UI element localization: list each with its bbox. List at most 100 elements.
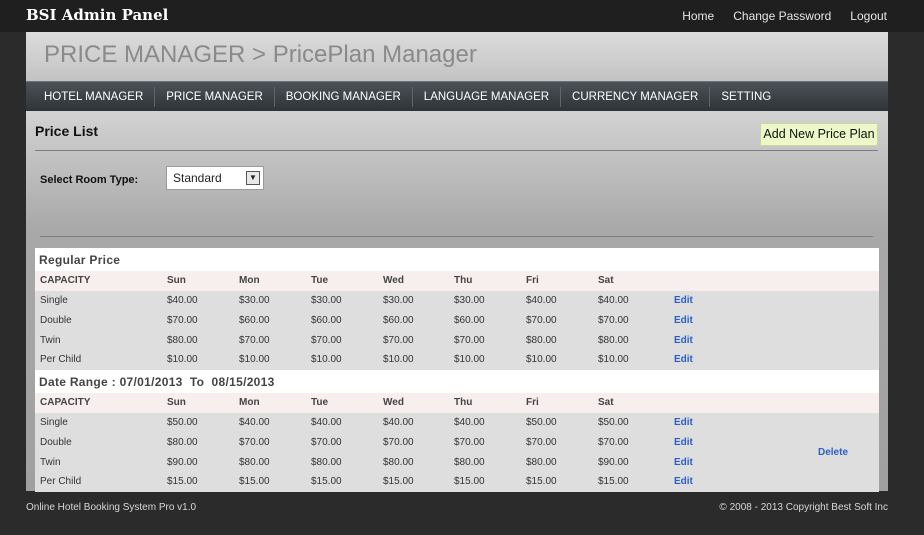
price-cell: $80.00 (454, 457, 485, 468)
price-cell: $80.00 (526, 335, 557, 346)
price-cell: $70.00 (239, 335, 270, 346)
capacity-cell: Twin (40, 457, 61, 468)
price-cell: $60.00 (239, 315, 270, 326)
price-cell: $70.00 (167, 315, 198, 326)
col-sat: Sat (598, 275, 614, 286)
edit-link[interactable]: Edit (674, 335, 693, 346)
edit-link[interactable]: Edit (674, 437, 693, 448)
price-cell: $70.00 (454, 335, 485, 346)
top-nav: Home Change Password Logout (663, 9, 887, 23)
price-cell: $40.00 (598, 295, 629, 306)
price-cell: $60.00 (454, 315, 485, 326)
price-cell: $70.00 (383, 335, 414, 346)
col-wed: Wed (383, 275, 404, 286)
add-price-plan-button[interactable]: Add New Price Plan (760, 123, 878, 146)
price-cell: $50.00 (526, 417, 557, 428)
price-cell: $50.00 (598, 417, 629, 428)
edit-link[interactable]: Edit (674, 417, 693, 428)
price-cell: $10.00 (239, 354, 270, 365)
price-cell: $40.00 (383, 417, 414, 428)
menu-item-booking-manager[interactable]: BOOKING MANAGER (275, 86, 413, 107)
price-cell: $80.00 (526, 457, 557, 468)
col-thu: Thu (454, 397, 473, 408)
price-cell: $30.00 (454, 295, 485, 306)
change-password-link[interactable]: Change Password (733, 9, 831, 23)
price-cell: $10.00 (526, 354, 557, 365)
price-table: Regular Price CAPACITY Sun Mon Tue Wed T… (35, 248, 879, 492)
edit-link[interactable]: Edit (674, 295, 693, 306)
price-cell: $10.00 (598, 354, 629, 365)
price-cell: $70.00 (454, 437, 485, 448)
brand-title: BSI Admin Panel (26, 6, 169, 24)
room-type-select[interactable]: Standard ▼ (166, 166, 264, 190)
price-cell: $30.00 (311, 295, 342, 306)
table-row: Single $50.00 $40.00 $40.00 $40.00 $40.0… (35, 413, 879, 433)
table-row: Per Child $15.00 $15.00 $15.00 $15.00 $1… (35, 472, 879, 492)
menu-item-price-manager[interactable]: PRICE MANAGER (155, 86, 275, 107)
edit-link[interactable]: Edit (674, 315, 693, 326)
table-header-row: CAPACITY Sun Mon Tue Wed Thu Fri Sat (35, 271, 879, 291)
top-bar: BSI Admin Panel Home Change Password Log… (0, 0, 924, 32)
edit-link[interactable]: Edit (674, 457, 693, 468)
delete-link[interactable]: Delete (818, 447, 848, 458)
price-cell: $40.00 (311, 417, 342, 428)
room-type-value: Standard (173, 171, 222, 185)
col-capacity: CAPACITY (40, 397, 91, 408)
col-tue: Tue (311, 275, 329, 286)
divider (35, 150, 878, 151)
price-cell: $80.00 (311, 457, 342, 468)
footer-copyright: © 2008 - 2013 Copyright Best Soft Inc (719, 502, 888, 513)
divider (40, 236, 873, 237)
col-fri: Fri (526, 275, 539, 286)
edit-link[interactable]: Edit (674, 476, 693, 487)
price-cell: $40.00 (526, 295, 557, 306)
price-cell: $90.00 (167, 457, 198, 468)
table-row: Double $70.00 $60.00 $60.00 $60.00 $60.0… (35, 311, 879, 331)
page-header: PRICE MANAGER > PricePlan Manager (26, 32, 888, 81)
price-cell: $10.00 (167, 354, 198, 365)
price-cell: $30.00 (383, 295, 414, 306)
price-cell: $80.00 (598, 335, 629, 346)
logout-link[interactable]: Logout (850, 9, 887, 23)
price-list-title: Price List (35, 123, 99, 139)
home-link[interactable]: Home (682, 9, 714, 23)
price-cell: $15.00 (311, 476, 342, 487)
capacity-cell: Twin (40, 335, 61, 346)
menu-item-language-manager[interactable]: LANGUAGE MANAGER (413, 86, 562, 107)
dropdown-arrow-icon[interactable]: ▼ (246, 171, 260, 185)
capacity-cell: Per Child (40, 476, 82, 487)
col-fri: Fri (526, 397, 539, 408)
col-wed: Wed (383, 397, 404, 408)
room-type-label: Select Room Type: (40, 174, 139, 186)
price-cell: $15.00 (167, 476, 198, 487)
footer-product: Online Hotel Booking System Pro v1.0 (26, 502, 197, 513)
main-wrapper: PRICE MANAGER > PricePlan Manager HOTEL … (26, 32, 888, 492)
table-row: Twin $90.00 $80.00 $80.00 $80.00 $80.00 … (35, 453, 879, 473)
capacity-cell: Double (40, 315, 72, 326)
capacity-cell: Double (40, 437, 72, 448)
capacity-cell: Single (40, 417, 68, 428)
price-cell: $80.00 (167, 335, 198, 346)
menu-item-currency-manager[interactable]: CURRENCY MANAGER (561, 86, 711, 107)
price-cell: $80.00 (239, 457, 270, 468)
price-cell: $15.00 (598, 476, 629, 487)
price-cell: $70.00 (239, 437, 270, 448)
price-cell: $40.00 (167, 295, 198, 306)
menu-item-hotel-manager[interactable]: HOTEL MANAGER (26, 86, 156, 107)
price-cell: $15.00 (239, 476, 270, 487)
table-row: Double $80.00 $70.00 $70.00 $70.00 $70.0… (35, 433, 879, 453)
price-cell: $70.00 (383, 437, 414, 448)
capacity-cell: Per Child (40, 354, 82, 365)
block-title-regular-price: Regular Price (39, 253, 121, 267)
price-cell: $15.00 (526, 476, 557, 487)
price-cell: $70.00 (311, 335, 342, 346)
price-cell: $70.00 (598, 315, 629, 326)
table-header-row: CAPACITY Sun Mon Tue Wed Thu Fri Sat (35, 393, 879, 413)
menu-item-setting[interactable]: SETTING (710, 87, 782, 107)
price-cell: $70.00 (311, 437, 342, 448)
edit-link[interactable]: Edit (674, 354, 693, 365)
capacity-cell: Single (40, 295, 68, 306)
price-cell: $50.00 (167, 417, 198, 428)
price-cell: $70.00 (526, 315, 557, 326)
table-row: Single $40.00 $30.00 $30.00 $30.00 $30.0… (35, 291, 879, 311)
